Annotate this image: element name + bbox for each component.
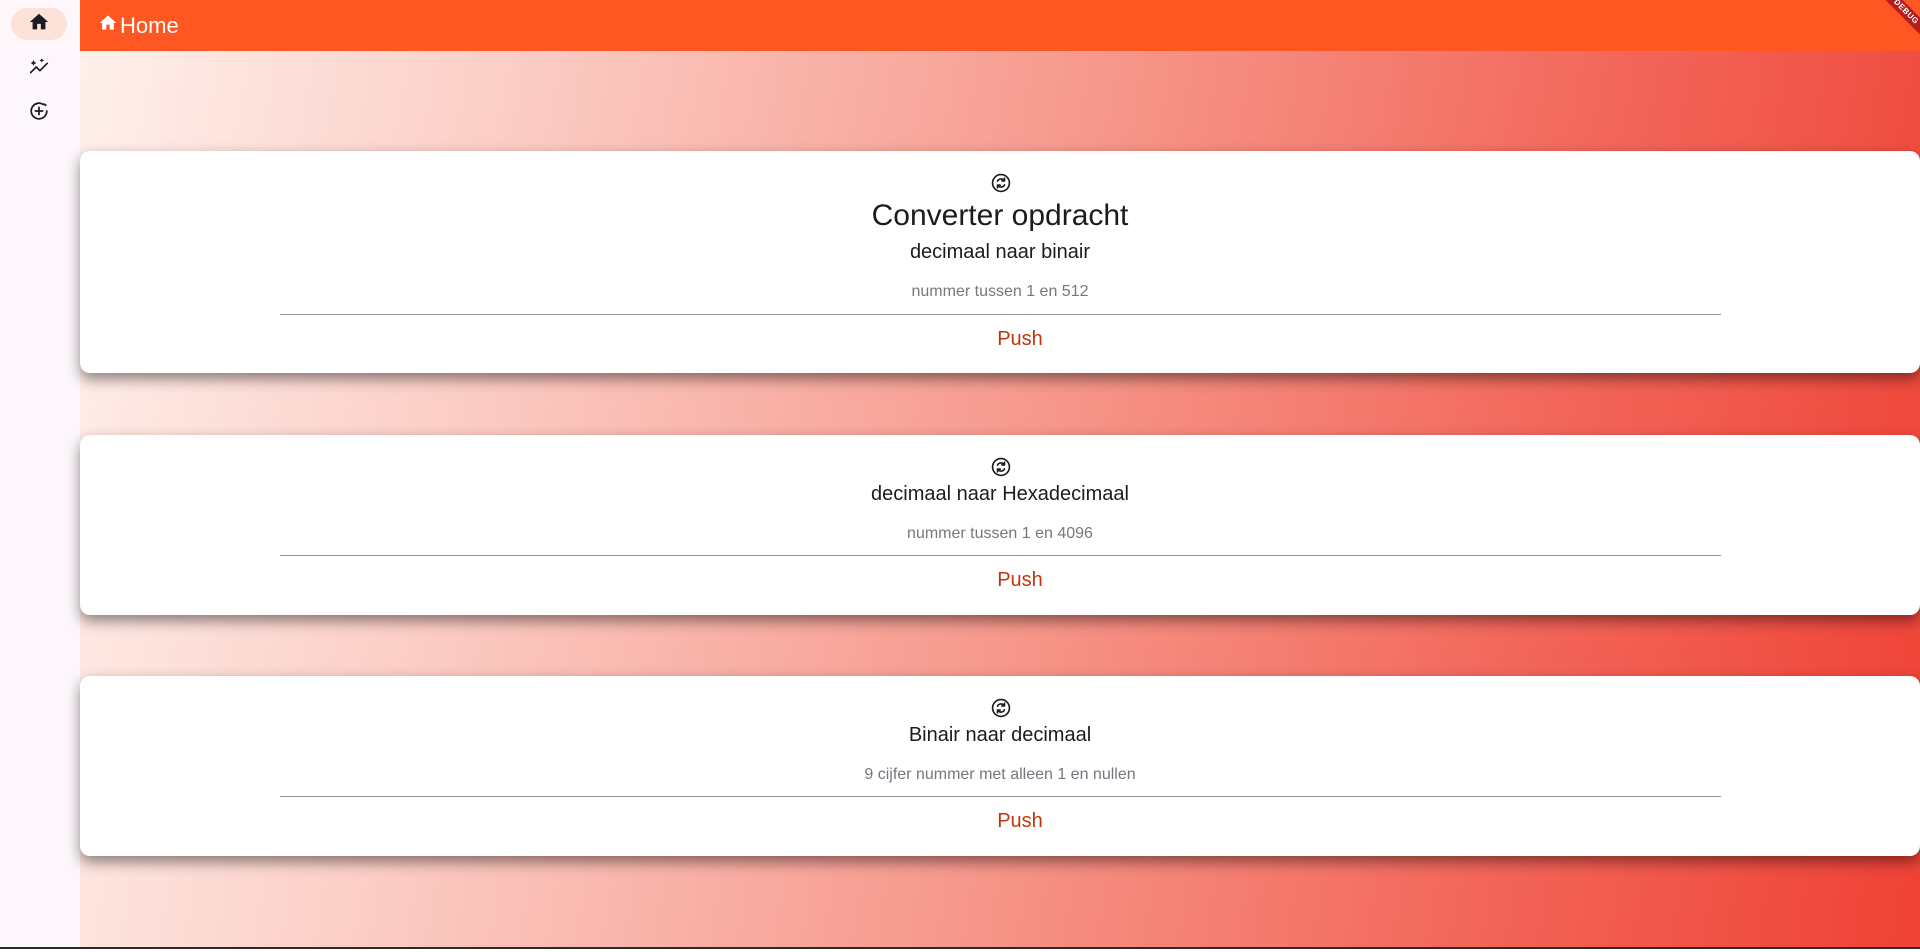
home-icon: [28, 11, 50, 38]
input-underline: [280, 796, 1721, 797]
auto-graph-icon: [28, 56, 50, 83]
card-subheading: Binair naar decimaal: [908, 724, 1092, 746]
debug-label: DEBUG: [1880, 0, 1920, 40]
window-bottom-border: [0, 947, 1920, 952]
input-underline: [280, 555, 1721, 556]
converter-card-hex: decimaal naar Hexadecimaal nummer tussen…: [80, 435, 1920, 615]
card-heading: Converter opdracht: [871, 199, 1129, 232]
card-subheading: decimaal naar binair: [909, 241, 1091, 263]
number-input[interactable]: nummer tussen 1 en 512: [80, 283, 1920, 301]
app-bar: Home: [80, 0, 1920, 51]
debug-banner: DEBUG: [1880, 0, 1920, 40]
number-input[interactable]: nummer tussen 1 en 4096: [80, 525, 1920, 543]
nav-add[interactable]: [11, 97, 67, 129]
push-button[interactable]: Push: [960, 569, 1080, 592]
content-area: Converter opdracht decimaal naar binair …: [80, 51, 1920, 947]
card-subheading: decimaal naar Hexadecimaal: [871, 483, 1129, 505]
navigation-rail: [0, 0, 80, 952]
nav-auto-graph[interactable]: [11, 53, 67, 85]
nav-home[interactable]: [11, 8, 67, 40]
sync-icon: [990, 697, 1012, 724]
page-title: Home: [120, 12, 179, 38]
push-button[interactable]: Push: [960, 810, 1080, 833]
home-icon: [98, 13, 120, 38]
sync-icon: [990, 456, 1012, 483]
converter-card-binary: Converter opdracht decimaal naar binair …: [80, 151, 1920, 373]
add-circle-icon: [28, 100, 50, 127]
sync-icon: [990, 172, 1012, 199]
push-button[interactable]: Push: [960, 328, 1080, 351]
input-underline: [280, 314, 1721, 315]
number-input[interactable]: 9 cijfer nummer met alleen 1 en nullen: [80, 766, 1920, 784]
converter-card-decimal: Binair naar decimaal 9 cijfer nummer met…: [80, 676, 1920, 856]
